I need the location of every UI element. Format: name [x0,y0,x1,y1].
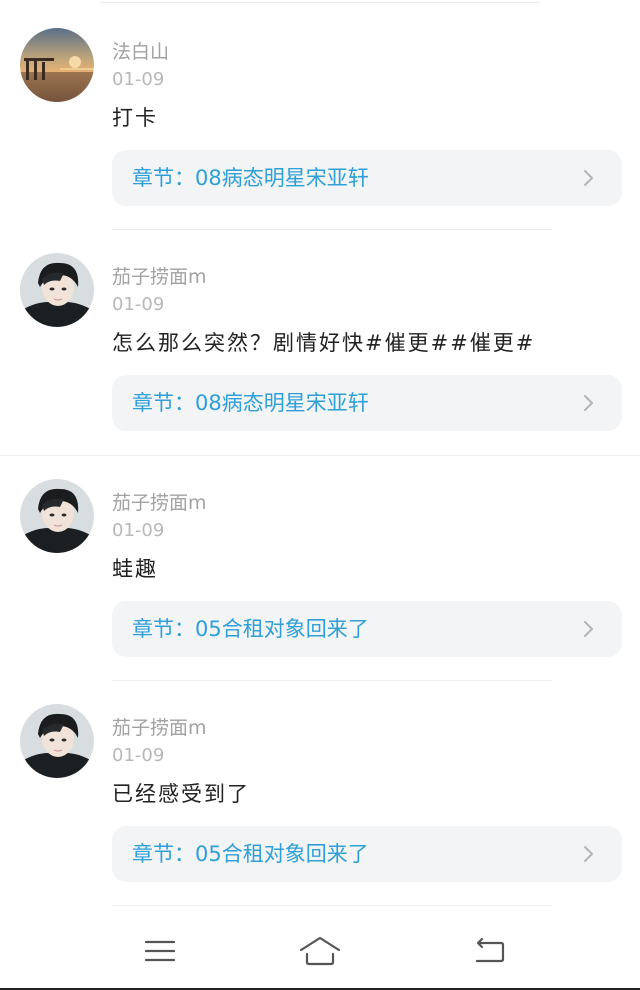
username[interactable]: 茄子捞面m [112,491,207,515]
username[interactable]: 茄子捞面m [112,716,207,740]
chevron-right-icon [584,395,593,411]
comment-text: 已经感受到了 [112,782,250,806]
comment-date: 01-09 [112,69,165,90]
comment-text: 怎么那么突然？剧情好快#催更##催更# [112,331,536,355]
person-avatar-image [20,479,94,553]
avatar[interactable] [20,704,94,778]
comment-date: 01-09 [112,294,165,315]
comment-item: 茄子捞面m 01-09 已经感受到了 章节：05合租对象回来了 [0,676,640,901]
comment-date: 01-09 [112,520,165,541]
comment-date: 01-09 [112,745,165,766]
comment-text: 打卡 [112,106,158,130]
system-nav-bar [0,910,640,990]
chevron-right-icon [584,846,593,862]
comment-list-screen: 法白山 01-09 打卡 章节：08病态明星宋亚轩 茄子捞面m 01-09 怎么… [0,0,640,990]
avatar[interactable] [20,28,94,102]
username[interactable]: 法白山 [112,40,169,64]
back-button[interactable] [465,928,515,974]
chapter-link-text: 章节：05合租对象回来了 [132,842,369,866]
home-button[interactable] [295,928,345,974]
comment-divider [112,905,552,906]
chapter-link-card[interactable]: 章节：08病态明星宋亚轩 [112,375,622,431]
person-avatar-image [20,253,94,327]
chapter-link-text: 章节：08病态明星宋亚轩 [132,166,369,190]
person-avatar-image [20,704,94,778]
chevron-right-icon [584,170,593,186]
avatar[interactable] [20,479,94,553]
chapter-link-text: 章节：08病态明星宋亚轩 [132,391,369,415]
chapter-link-card[interactable]: 章节：08病态明星宋亚轩 [112,150,622,206]
chevron-right-icon [584,621,593,637]
comment-item: 茄子捞面m 01-09 怎么那么突然？剧情好快#催更##催更# 章节：08病态明… [0,225,640,450]
chapter-link-text: 章节：05合租对象回来了 [132,617,369,641]
comment-item: 茄子捞面m 01-09 蛙趣 章节：05合租对象回来了 [0,451,640,676]
menu-button[interactable] [135,928,185,974]
menu-icon [144,940,176,962]
back-icon [475,937,505,963]
comment-item: 法白山 01-09 打卡 章节：08病态明星宋亚轩 [0,0,640,225]
comment-text: 蛙趣 [112,557,158,581]
home-icon [299,936,341,966]
username[interactable]: 茄子捞面m [112,265,207,289]
chapter-link-card[interactable]: 章节：05合租对象回来了 [112,826,622,882]
landscape-avatar-image [20,28,94,102]
avatar[interactable] [20,253,94,327]
chapter-link-card[interactable]: 章节：05合租对象回来了 [112,601,622,657]
